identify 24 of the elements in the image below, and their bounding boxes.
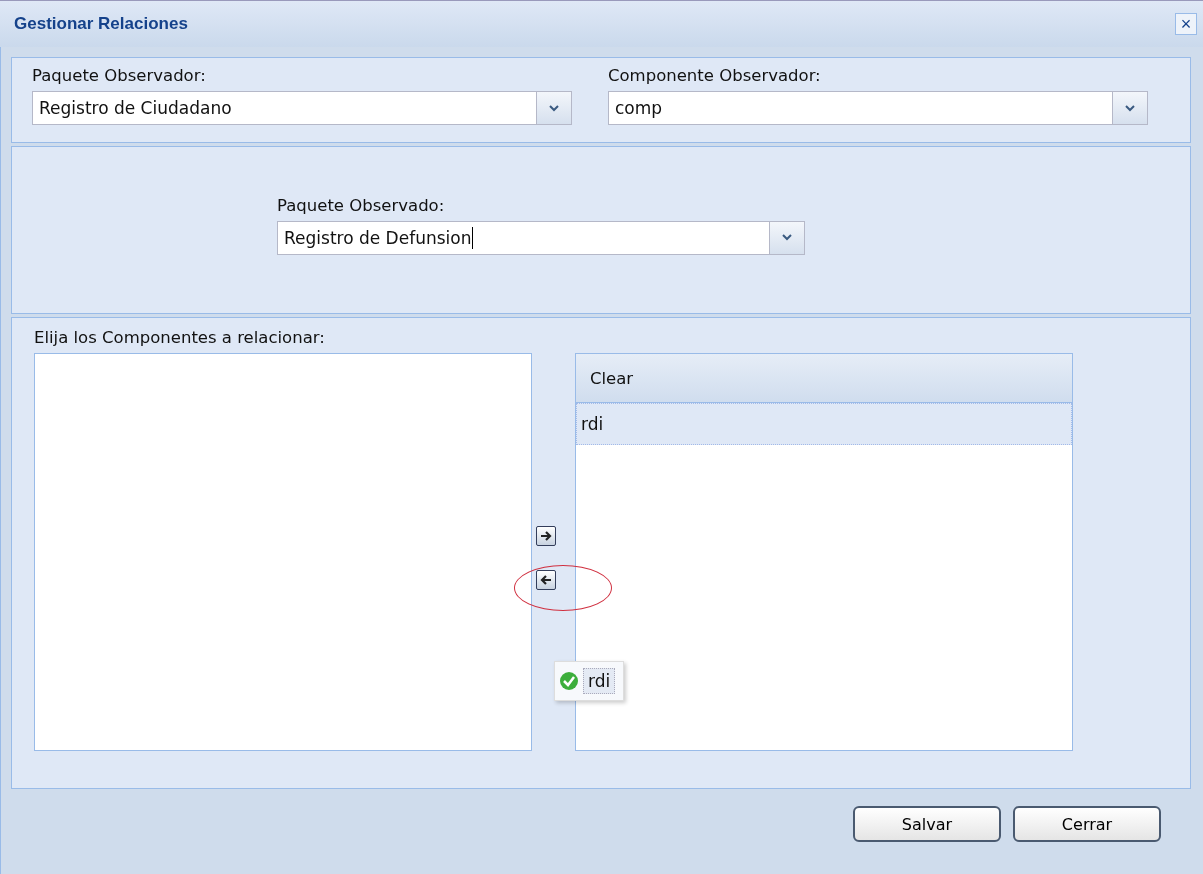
combo-field[interactable]: Registro de Ciudadano <box>32 91 572 125</box>
panel-label: Elija los Componentes a relacionar: <box>34 328 326 347</box>
field-label: Componente Observador: <box>608 66 822 85</box>
move-right-button[interactable] <box>536 526 556 546</box>
grid-row[interactable]: rdi <box>576 403 1072 445</box>
window-title: Gestionar Relaciones <box>14 14 188 34</box>
left-arrow-icon <box>540 575 552 585</box>
caret-icon <box>1125 104 1135 112</box>
combo-field[interactable]: Registro de Defunsion <box>277 220 805 255</box>
move-left-button[interactable] <box>536 570 556 590</box>
column-header[interactable]: Clear <box>576 354 1072 403</box>
dialog-button[interactable]: Salvar <box>853 806 1001 842</box>
field-label: Paquete Observador: <box>32 66 207 85</box>
dropdown-trigger[interactable] <box>1112 92 1147 124</box>
drag-label: rdi <box>583 668 616 694</box>
combo-field[interactable]: comp <box>608 91 1148 125</box>
dialog-button[interactable]: Cerrar <box>1013 806 1161 842</box>
dropdown-trigger[interactable] <box>536 92 571 124</box>
close-button[interactable]: × <box>1175 13 1197 35</box>
right-arrow-icon <box>540 531 552 541</box>
caret-icon <box>549 104 559 112</box>
dropdown-trigger[interactable] <box>769 221 804 254</box>
caret-icon <box>782 234 792 241</box>
field-label: Paquete Observado: <box>277 195 446 215</box>
